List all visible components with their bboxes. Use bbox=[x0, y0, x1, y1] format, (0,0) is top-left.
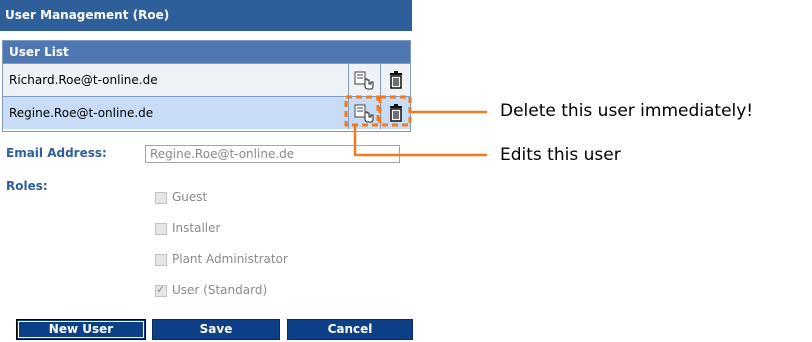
role-checkbox[interactable] bbox=[155, 223, 167, 235]
role-checkbox[interactable] bbox=[155, 283, 167, 297]
user-row-selected[interactable]: Regine.Roe@t-online.de bbox=[3, 96, 410, 129]
user-email[interactable]: Richard.Roe@t-online.de bbox=[9, 64, 158, 96]
user-row[interactable]: Richard.Roe@t-online.de bbox=[3, 63, 410, 96]
roles-label: Roles: bbox=[6, 179, 48, 193]
edit-user-button[interactable] bbox=[348, 97, 378, 129]
role-label: Installer bbox=[172, 221, 221, 235]
edit-user-icon bbox=[354, 71, 373, 90]
new-user-button[interactable]: New User bbox=[16, 319, 146, 340]
delete-annotation: Delete this user immediately! bbox=[500, 101, 754, 121]
edit-user-button[interactable] bbox=[348, 64, 378, 96]
email-label: Email Address: bbox=[6, 146, 107, 160]
user-list-title: User List bbox=[3, 41, 410, 63]
trash-icon bbox=[389, 71, 402, 89]
role-label: Plant Administrator bbox=[172, 252, 288, 266]
email-field[interactable] bbox=[145, 145, 400, 163]
role-guest[interactable]: Guest bbox=[155, 190, 207, 204]
role-installer[interactable]: Installer bbox=[155, 221, 220, 235]
role-label: Guest bbox=[172, 190, 208, 204]
user-email[interactable]: Regine.Roe@t-online.de bbox=[9, 97, 153, 129]
user-list: User List Richard.Roe@t-online.de Regine… bbox=[2, 40, 411, 132]
edit-user-icon bbox=[354, 104, 373, 123]
role-user-standard[interactable]: User (Standard) bbox=[155, 283, 267, 297]
role-checkbox[interactable] bbox=[155, 254, 167, 266]
delete-user-button[interactable] bbox=[380, 64, 410, 96]
role-label: User (Standard) bbox=[172, 283, 268, 297]
edit-annotation: Edits this user bbox=[500, 145, 621, 165]
role-plant-administrator[interactable]: Plant Administrator bbox=[155, 252, 288, 266]
cancel-button[interactable]: Cancel bbox=[287, 319, 413, 340]
user-management-panel: User Management (Roe) User List Richard.… bbox=[0, 0, 420, 342]
save-button[interactable]: Save bbox=[152, 319, 280, 340]
trash-icon bbox=[389, 104, 402, 122]
role-checkbox[interactable] bbox=[155, 192, 167, 204]
panel-title: User Management (Roe) bbox=[0, 0, 412, 31]
delete-user-button[interactable] bbox=[380, 97, 410, 129]
